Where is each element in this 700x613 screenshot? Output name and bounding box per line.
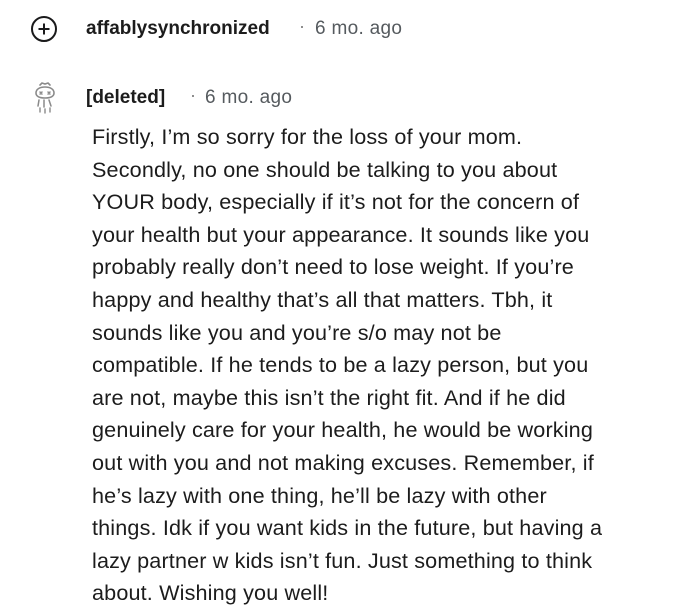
comment-body-line: out with you and not making excuses. Rem… xyxy=(92,449,594,475)
comment-body-line: your health but your appearance. It soun… xyxy=(92,221,590,247)
comment-body-line: happy and healthy that’s all that matter… xyxy=(92,286,553,312)
comment-body: Firstly, I’m so sorry for the loss of yo… xyxy=(92,121,682,610)
deleted-comment-header: [deleted] · 6 mo. ago xyxy=(0,81,700,115)
separator-dot: · xyxy=(190,85,196,105)
collapsed-comment-header: affablysynchronized · 6 mo. ago xyxy=(0,14,700,44)
comment-body-line: he’s lazy with one thing, he’ll be lazy … xyxy=(92,482,547,508)
comment-body-line: Secondly, no one should be talking to yo… xyxy=(92,156,558,182)
comment-body-line: sounds like you and you’re s/o may not b… xyxy=(92,319,502,345)
comment-body-line: probably really don’t need to lose weigh… xyxy=(92,254,574,280)
comment-author-deleted: [deleted] xyxy=(86,87,166,108)
comment-body-line: genuinely care for your health, he would… xyxy=(92,417,594,443)
comment-body-line: lazy partner w kids isn’t fun. Just some… xyxy=(92,547,593,573)
deleted-user-avatar-icon xyxy=(31,81,59,115)
comment-body-line: YOUR body, especially if it’s not for th… xyxy=(92,189,580,215)
comment-timestamp[interactable]: 6 mo. ago xyxy=(315,18,402,40)
comment-author[interactable]: affablysynchronized xyxy=(86,18,270,40)
separator-dot: · xyxy=(299,16,305,36)
comment-body-line: Firstly, I’m so sorry for the loss of yo… xyxy=(92,124,523,149)
comment-body-line: things. Idk if you want kids in the futu… xyxy=(92,515,603,541)
comment-timestamp[interactable]: 6 mo. ago xyxy=(205,87,292,109)
comment-body-line: about. Wishing you well! xyxy=(92,580,329,606)
comment-body-line: compatible. If he tends to be a lazy per… xyxy=(92,352,589,378)
plus-circle-icon[interactable] xyxy=(31,16,57,42)
comment-body-line: are not, maybe this isn’t the right fit.… xyxy=(92,384,566,410)
